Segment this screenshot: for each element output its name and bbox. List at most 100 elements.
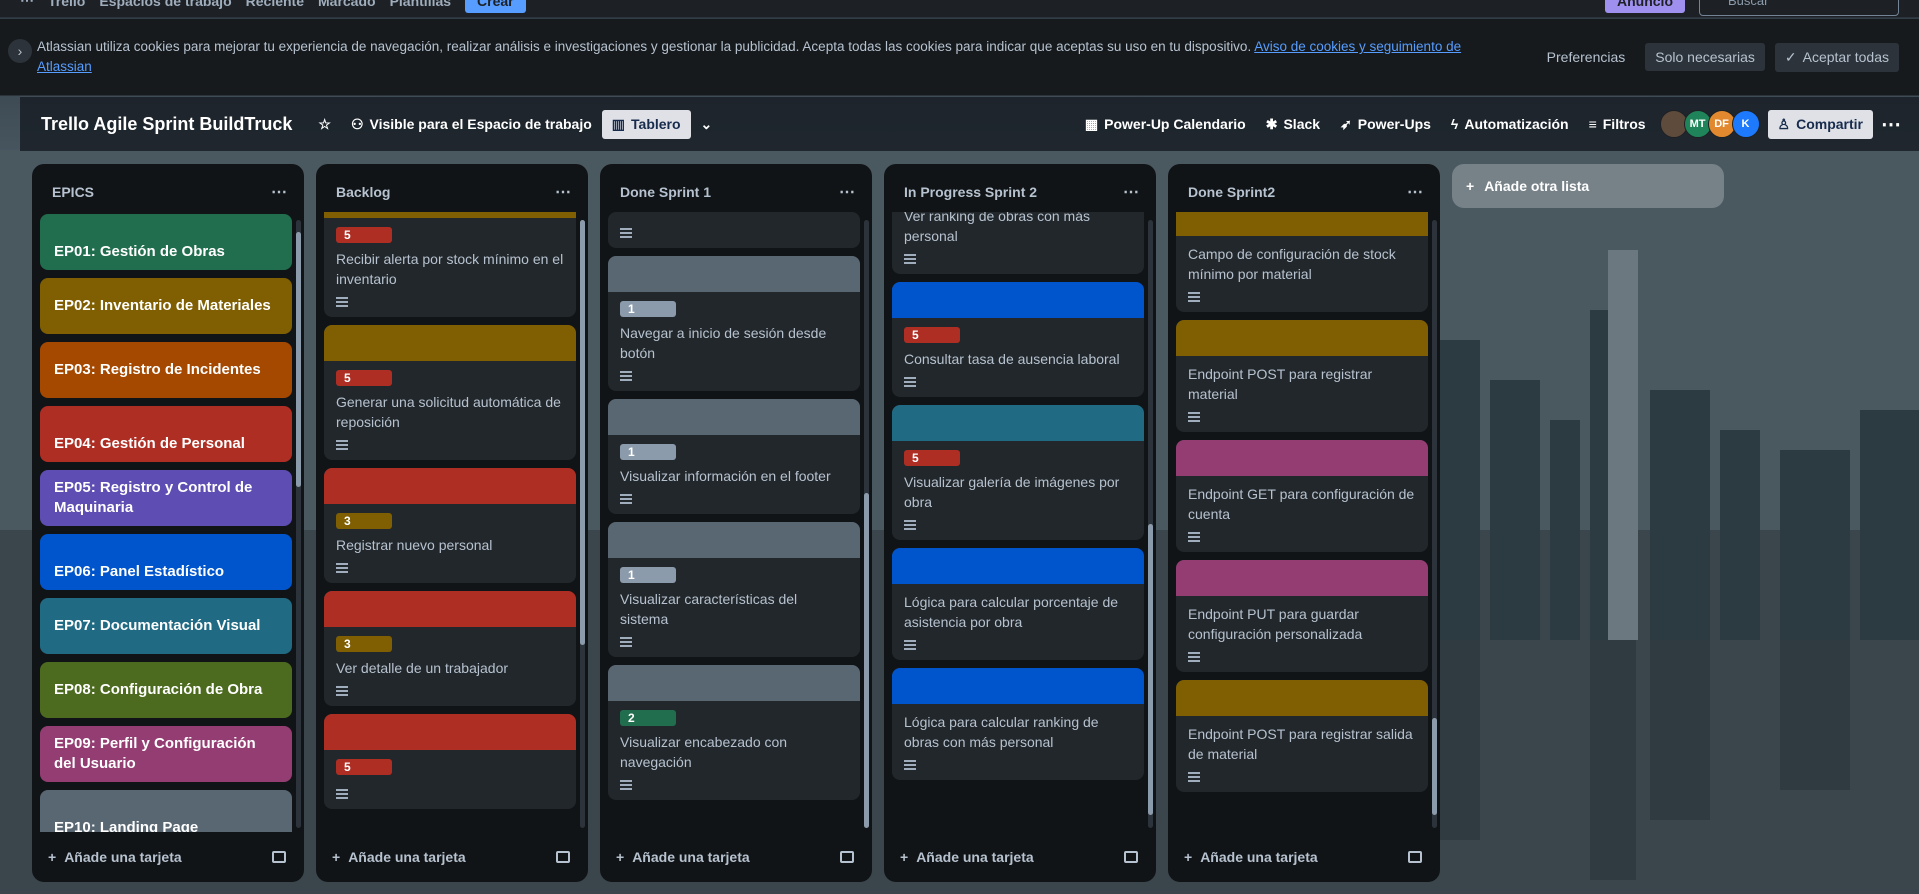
epic-card[interactable]: EP06: Panel Estadístico [40, 534, 292, 590]
epic-card[interactable]: EP10: Landing Page [40, 790, 292, 832]
scrollbar[interactable] [1432, 220, 1437, 828]
epic-card[interactable]: EP07: Documentación Visual [40, 598, 292, 654]
create-button[interactable]: Crear [465, 0, 526, 13]
epic-card[interactable]: EP09: Perfil y Configuración del Usuario [40, 726, 292, 782]
card[interactable]: 1 Visualizar características del sistema [608, 522, 860, 657]
card-title: Endpoint PUT para guardar configuración … [1188, 606, 1363, 642]
list-menu-icon[interactable]: ⋯ [1407, 182, 1424, 202]
announcement-button[interactable]: Anuncio [1605, 0, 1685, 13]
card[interactable]: Lógica para calcular ranking de obras co… [892, 668, 1144, 780]
list-column: Done Sprint2 ⋯ Campo de configuración de s… [1168, 164, 1440, 882]
list-menu-icon[interactable]: ⋯ [1123, 182, 1140, 202]
card-template-icon[interactable] [272, 851, 286, 863]
scrollbar-thumb[interactable] [1148, 523, 1153, 816]
cookie-necessary-button[interactable]: Solo necesarias [1645, 43, 1765, 71]
lightning-icon: ϟ [1450, 116, 1459, 132]
card[interactable]: Campo de configuración de stock mínimo p… [1176, 212, 1428, 312]
card-body: 5 Visualizar galería de imágenes por obra [892, 441, 1144, 540]
add-list-label: Añade otra lista [1484, 178, 1590, 194]
card[interactable]: 3 Ver detalle de un trabajador [324, 591, 576, 706]
scrollbar[interactable] [296, 220, 301, 828]
list-header: Done Sprint2 ⋯ [1168, 164, 1440, 212]
scrollbar-thumb[interactable] [296, 232, 301, 488]
card[interactable]: 2 Visualizar encabezado con navegación [608, 665, 860, 800]
collapse-sidebar-icon[interactable]: › [8, 39, 32, 63]
card-template-icon[interactable] [556, 851, 570, 863]
epic-card[interactable]: EP08: Configuración de Obra [40, 662, 292, 718]
card-title: Endpoint GET para configuración de cuent… [1188, 486, 1415, 522]
visibility-button[interactable]: ⚇ Visible para el Espacio de trabajo [341, 110, 602, 139]
card[interactable] [608, 212, 860, 248]
add-card-button[interactable]: + Añade una tarjeta [332, 849, 466, 865]
epic-card[interactable]: EP02: Inventario de Materiales [40, 278, 292, 334]
nav-starred[interactable]: Marcado [318, 0, 376, 9]
search-input[interactable]: Buscar [1699, 0, 1899, 16]
avatar[interactable]: K [1731, 110, 1760, 138]
epic-card[interactable]: EP03: Registro de Incidentes [40, 342, 292, 398]
nav-workspaces[interactable]: Espacios de trabajo [99, 0, 231, 9]
calendar-powerup-button[interactable]: ▦ Power-Up Calendario [1075, 110, 1256, 139]
card[interactable]: 1 Visualizar información en el footer [608, 399, 860, 514]
card[interactable]: 5 Consultar tasa de ausencia laboral [892, 282, 1144, 397]
scrollbar-thumb[interactable] [580, 220, 585, 646]
automation-button[interactable]: ϟ Automatización [1441, 110, 1579, 138]
cookie-accept-button[interactable]: ✓ Aceptar todas [1774, 42, 1899, 72]
list-title[interactable]: Backlog [336, 184, 390, 200]
board-view-button[interactable]: ▥ Tablero [601, 109, 691, 139]
card[interactable]: 5 Generar una solicitud automática de rep… [324, 325, 576, 460]
add-list-button[interactable]: + Añade otra lista [1452, 164, 1724, 208]
scrollbar[interactable] [580, 220, 585, 828]
scrollbar[interactable] [864, 220, 869, 828]
card[interactable]: Endpoint GET para configuración de cuent… [1176, 440, 1428, 552]
card[interactable]: Ver ranking de obras con más personal [892, 212, 1144, 274]
epic-card[interactable]: EP01: Gestión de Obras [40, 214, 292, 270]
epic-card[interactable]: EP05: Registro y Control de Maquinaria [40, 470, 292, 526]
scrollbar-thumb[interactable] [864, 493, 869, 828]
card[interactable]: 3 Registrar nuevo personal [324, 468, 576, 583]
chevron-down-icon[interactable]: ⌄ [691, 110, 723, 139]
app-menu-icon[interactable]: ⋯ [20, 0, 34, 9]
card[interactable]: 1 Navegar a inicio de sesión desde botón [608, 256, 860, 391]
add-card-button[interactable]: + Añade una tarjeta [616, 849, 750, 865]
plus-icon: + [48, 849, 57, 865]
card-template-icon[interactable] [1408, 851, 1422, 863]
card[interactable]: 5 [324, 714, 576, 809]
nav-recent[interactable]: Reciente [246, 0, 304, 9]
description-icon [904, 377, 916, 387]
card-template-icon[interactable] [1124, 851, 1138, 863]
epic-card[interactable]: EP04: Gestión de Personal [40, 406, 292, 462]
add-card-button[interactable]: + Añade una tarjeta [1184, 849, 1318, 865]
card[interactable]: Endpoint POST para registrar material [1176, 320, 1428, 432]
slack-button[interactable]: ✱ Slack [1256, 110, 1330, 139]
scrollbar[interactable] [1148, 220, 1153, 828]
top-nav: ⋯ Trello Espacios de trabajo Reciente Ma… [0, 0, 1919, 18]
plus-icon: + [1466, 178, 1475, 194]
card-template-icon[interactable] [840, 851, 854, 863]
scrollbar-thumb[interactable] [1432, 718, 1437, 816]
card[interactable]: Endpoint POST para registrar salida de m… [1176, 680, 1428, 792]
card[interactable]: Lógica para calcular porcentaje de asist… [892, 548, 1144, 660]
list-menu-icon[interactable]: ⋯ [839, 182, 856, 202]
list-menu-icon[interactable]: ⋯ [271, 182, 288, 202]
people-icon: ⚇ [350, 115, 364, 132]
list-title[interactable]: In Progress Sprint 2 [904, 184, 1037, 200]
list-title[interactable]: Done Sprint2 [1188, 184, 1275, 200]
nav-templates[interactable]: Plantillas [390, 0, 451, 9]
filters-button[interactable]: ≡ Filtros [1579, 110, 1656, 138]
add-card-button[interactable]: + Añade una tarjeta [48, 849, 182, 865]
card[interactable]: 5 Recibir alerta por stock mínimo en el i… [324, 212, 576, 317]
list-title[interactable]: EPICS [52, 184, 94, 200]
cookie-preferences-button[interactable]: Preferencias [1537, 43, 1636, 71]
story-points-badge: 5 [904, 327, 960, 343]
card[interactable]: 5 Visualizar galería de imágenes por obra [892, 405, 1144, 540]
powerups-button[interactable]: ➶ Power-Ups [1330, 110, 1441, 139]
share-button[interactable]: ♙ Compartir [1767, 109, 1873, 139]
nav-logo[interactable]: Trello [48, 0, 85, 9]
list-title[interactable]: Done Sprint 1 [620, 184, 711, 200]
board-title[interactable]: Trello Agile Sprint BuildTruck [41, 114, 292, 135]
card[interactable]: Endpoint PUT para guardar configuración … [1176, 560, 1428, 672]
list-menu-icon[interactable]: ⋯ [555, 182, 572, 202]
more-options-icon[interactable]: ⋯ [1873, 112, 1909, 137]
add-card-button[interactable]: + Añade una tarjeta [900, 849, 1034, 865]
star-icon[interactable]: ☆ [308, 110, 341, 139]
